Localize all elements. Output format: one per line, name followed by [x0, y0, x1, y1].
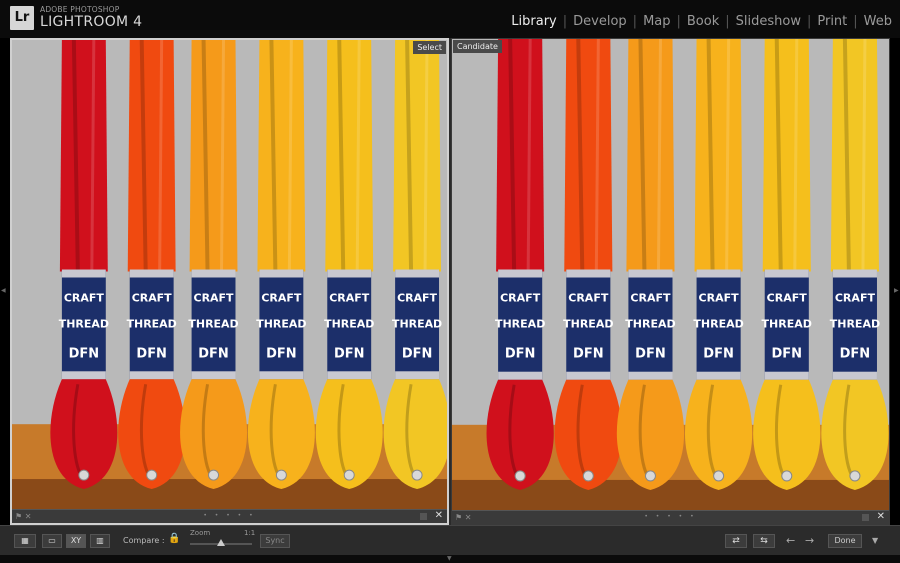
thread-brand-text: DFN: [635, 347, 666, 362]
zoom-value: 1:1: [244, 529, 256, 537]
thread-label-text: CRAFT: [132, 291, 172, 304]
module-slideshow[interactable]: Slideshow: [736, 14, 801, 29]
candidate-photo-canvas: CRAFT THREAD DFN CRAFT THREAD DFN CRAFT THREAD D…: [452, 39, 889, 510]
thread-brand-text: DFN: [505, 347, 536, 362]
thread-brand-text: DFN: [69, 346, 99, 361]
thread-label-text: CRAFT: [767, 292, 808, 305]
thread-brand-text: DFN: [771, 347, 802, 362]
candidate-photo[interactable]: CRAFT THREAD DFN CRAFT THREAD DFN CRAFT THREAD D…: [452, 39, 889, 510]
thread-label-text: CRAFT: [835, 292, 876, 305]
thread-brand-text: DFN: [334, 346, 364, 361]
sync-button[interactable]: Sync: [260, 534, 290, 548]
close-icon[interactable]: ✕: [877, 511, 885, 522]
module-separator: |: [632, 14, 638, 29]
toolbar-menu-icon[interactable]: ▼: [872, 536, 878, 545]
left-panel-toggle-icon[interactable]: ◀: [1, 288, 6, 294]
module-map[interactable]: Map: [643, 14, 670, 29]
select-label: Select: [413, 41, 446, 54]
thread-label-text: CRAFT: [64, 291, 104, 304]
thread-brand-text: DFN: [402, 346, 432, 361]
select-photo-canvas: CRAFT THREAD DFN CRAFT THREAD DFN CRAFT THREAD D…: [12, 40, 447, 509]
candidate-label: Candidate: [453, 40, 502, 53]
thread-label-text: CRAFT: [568, 292, 609, 305]
select-pane-footer: ⚑ ✕ • • • • • ✕: [12, 509, 447, 523]
thread-label-text: CRAFT: [261, 291, 301, 304]
module-separator: |: [562, 14, 568, 29]
compare-label: Compare :: [123, 536, 165, 545]
toolbar: ▦ ▭ XY ▥ Compare : 🔒 Zoom 1:1 Sync ⇄ ⇆ ←…: [0, 525, 900, 555]
candidate-pane-footer: ⚑ ✕ • • • • • ✕: [452, 510, 889, 524]
thread-label-text: THREAD: [625, 318, 675, 331]
thread-label-text: THREAD: [256, 317, 306, 330]
select-pane[interactable]: CRAFT THREAD DFN CRAFT THREAD DFN CRAFT THREAD D…: [10, 38, 449, 525]
compare-view: CRAFT THREAD DFN CRAFT THREAD DFN CRAFT THREAD D…: [10, 38, 890, 525]
thread-label-text: THREAD: [830, 318, 880, 331]
thread-label-text: THREAD: [188, 317, 238, 330]
module-develop[interactable]: Develop: [573, 14, 627, 29]
thread-brand-text: DFN: [703, 347, 734, 362]
close-icon[interactable]: ✕: [435, 510, 443, 521]
thread-brand-text: DFN: [840, 347, 871, 362]
thread-label-text: CRAFT: [329, 291, 369, 304]
done-button[interactable]: Done: [828, 534, 862, 548]
select-photo[interactable]: CRAFT THREAD DFN CRAFT THREAD DFN CRAFT THREAD D…: [12, 40, 447, 509]
lightroom-logo: Lr: [10, 6, 34, 30]
thread-label-text: CRAFT: [194, 291, 234, 304]
thread-brand-text: DFN: [136, 346, 166, 361]
thread-label-text: THREAD: [324, 317, 374, 330]
thread-label-text: THREAD: [392, 317, 442, 330]
module-print[interactable]: Print: [817, 14, 847, 29]
thread-label-text: CRAFT: [699, 292, 740, 305]
flag-icon[interactable]: ⚑ ✕: [15, 512, 31, 521]
thread-label-text: CRAFT: [397, 291, 437, 304]
module-separator: |: [806, 14, 812, 29]
compare-view-button[interactable]: XY: [66, 534, 86, 548]
thread-label-text: CRAFT: [630, 292, 671, 305]
logo-subtitle: ADOBE PHOTOSHOP: [40, 5, 120, 14]
previous-arrow-icon[interactable]: ←: [786, 534, 795, 547]
color-label-icon[interactable]: [420, 513, 427, 520]
thread-label-text: THREAD: [762, 318, 812, 331]
module-book[interactable]: Book: [687, 14, 719, 29]
module-web[interactable]: Web: [864, 14, 892, 29]
module-picker: Library | Develop | Map | Book | Slidesh…: [511, 14, 892, 29]
swap-button[interactable]: ⇄: [725, 534, 747, 548]
next-arrow-icon[interactable]: →: [805, 534, 814, 547]
module-separator: |: [676, 14, 681, 29]
module-separator: |: [725, 14, 730, 29]
identity-plate-bar: Lr ADOBE PHOTOSHOP LIGHTROOM 4 Library |…: [0, 0, 900, 38]
lock-icon[interactable]: 🔒: [168, 533, 180, 544]
thread-label-text: THREAD: [563, 318, 613, 331]
thread-brand-text: DFN: [573, 347, 604, 362]
flag-icon[interactable]: ⚑ ✕: [455, 513, 471, 522]
module-library[interactable]: Library: [511, 14, 556, 29]
thread-label-text: THREAD: [495, 318, 545, 331]
color-label-icon[interactable]: [862, 514, 869, 521]
thread-brand-text: DFN: [198, 346, 228, 361]
thread-label-text: THREAD: [59, 317, 109, 330]
loupe-view-button[interactable]: ▭: [42, 534, 62, 548]
make-select-button[interactable]: ⇆: [753, 534, 775, 548]
thread-label-text: THREAD: [693, 318, 743, 331]
thread-label-text: CRAFT: [500, 292, 541, 305]
right-panel-toggle-icon[interactable]: ▶: [894, 288, 899, 294]
thread-label-text: THREAD: [127, 317, 177, 330]
logo-title: LIGHTROOM 4: [40, 14, 143, 30]
rating-stars[interactable]: • • • • •: [644, 513, 696, 520]
module-separator: |: [853, 14, 858, 29]
grid-view-button[interactable]: ▦: [14, 534, 36, 548]
survey-view-button[interactable]: ▥: [90, 534, 110, 548]
thread-brand-text: DFN: [266, 346, 296, 361]
bottom-panel-toggle-icon[interactable]: ▼: [447, 556, 452, 562]
candidate-pane[interactable]: CRAFT THREAD DFN CRAFT THREAD DFN CRAFT THREAD D…: [451, 38, 890, 525]
rating-stars[interactable]: • • • • •: [203, 512, 255, 519]
zoom-slider-thumb[interactable]: [217, 539, 225, 546]
zoom-label: Zoom: [190, 529, 211, 537]
